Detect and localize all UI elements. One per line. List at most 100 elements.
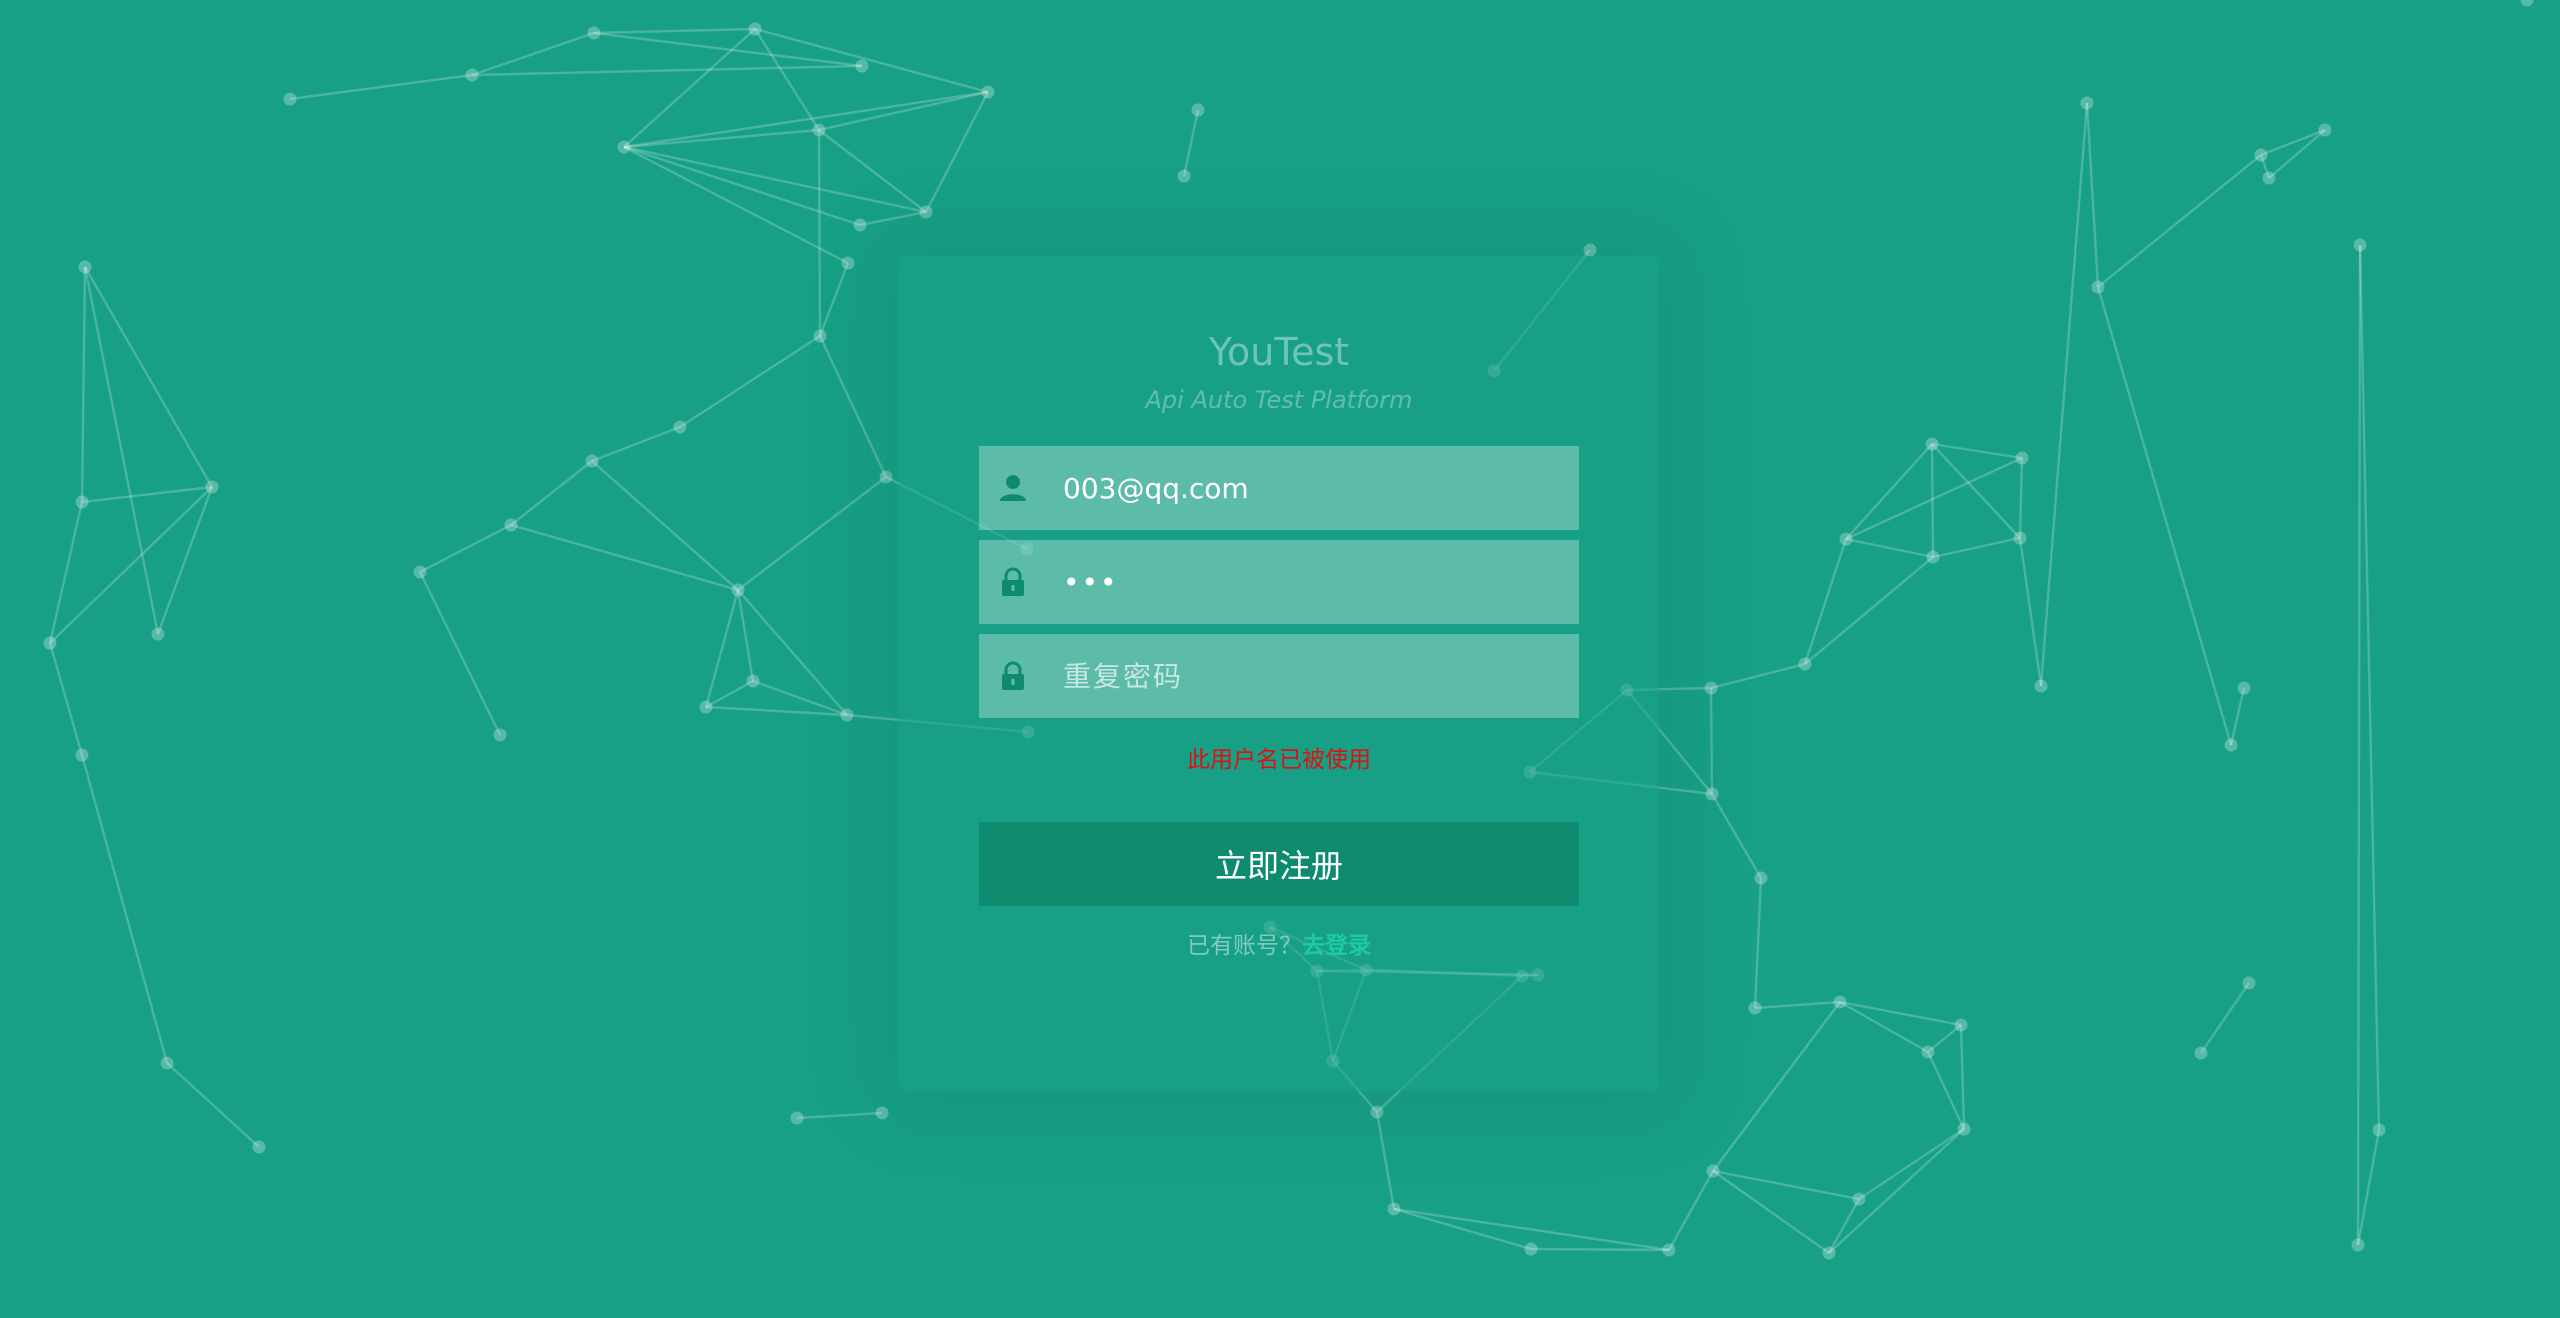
- network-link: [1828, 1128, 1965, 1254]
- network-node: [1954, 1018, 1968, 1032]
- network-link: [924, 91, 990, 213]
- network-node: [1852, 1192, 1866, 1206]
- network-link: [2097, 154, 2262, 288]
- network-link: [1753, 877, 1763, 1009]
- network-link: [80, 266, 87, 503]
- network-node: [1704, 681, 1718, 695]
- network-link: [1932, 536, 2021, 559]
- network-link: [1931, 443, 2021, 539]
- network-link: [818, 262, 850, 337]
- network-node: [2080, 96, 2094, 110]
- network-link: [737, 476, 887, 591]
- network-node: [413, 565, 427, 579]
- network-node: [1706, 1164, 1720, 1178]
- password-input[interactable]: [1063, 540, 1563, 624]
- network-node: [748, 22, 762, 36]
- network-link: [471, 31, 595, 77]
- network-link: [2358, 244, 2381, 1131]
- network-node: [151, 627, 165, 641]
- network-node: [1957, 1122, 1971, 1136]
- lock-icon: [1002, 661, 1024, 690]
- network-node: [617, 140, 631, 154]
- network-node: [1177, 169, 1191, 183]
- lock-icon: [1002, 567, 1024, 596]
- network-node: [2194, 1046, 2208, 1060]
- network-link: [81, 485, 213, 504]
- network-link: [593, 27, 756, 35]
- network-link: [80, 754, 169, 1064]
- network-node: [504, 518, 518, 532]
- network-link: [471, 64, 863, 77]
- network-node: [1748, 1001, 1762, 1015]
- network-link: [1803, 538, 1848, 665]
- network-node: [1662, 1243, 1676, 1257]
- network-node: [2242, 976, 2256, 990]
- network-node: [2353, 238, 2367, 252]
- network-link: [1926, 1051, 1966, 1130]
- network-link: [1710, 662, 1806, 690]
- network-node: [587, 26, 601, 40]
- network-node: [493, 728, 507, 742]
- network-link: [1393, 1207, 1532, 1251]
- username-input[interactable]: [1063, 446, 1563, 530]
- network-link: [2260, 128, 2326, 157]
- app-subtitle: Api Auto Test Platform: [1145, 386, 1413, 414]
- repeat-password-input[interactable]: [1063, 634, 1563, 718]
- network-node: [1583, 243, 1597, 257]
- network-node: [790, 1111, 804, 1125]
- register-button[interactable]: 立即注册: [979, 822, 1579, 906]
- network-node: [252, 1140, 266, 1154]
- network-link: [166, 1062, 260, 1148]
- network-node: [812, 123, 826, 137]
- network-link: [419, 523, 512, 574]
- network-node: [465, 68, 479, 82]
- network-node: [673, 420, 687, 434]
- network-node: [841, 256, 855, 270]
- network-node: [853, 218, 867, 232]
- network-node: [2237, 681, 2251, 695]
- login-prompt: 已有账号？去登录: [899, 926, 1659, 960]
- network-node: [699, 700, 713, 714]
- network-node: [2351, 1238, 2365, 1252]
- network-link: [49, 486, 213, 644]
- network-node: [205, 480, 219, 494]
- network-link: [2356, 1129, 2381, 1246]
- network-link: [591, 460, 739, 591]
- network-node: [731, 583, 745, 597]
- network-link: [2018, 537, 2043, 687]
- network-link: [704, 589, 740, 708]
- network-node: [1370, 1105, 1384, 1119]
- network-node: [1705, 787, 1719, 801]
- network-node: [283, 92, 297, 106]
- login-prompt-text: 已有账号？: [1187, 933, 1302, 959]
- network-node: [2034, 679, 2048, 693]
- network-link: [83, 266, 214, 488]
- network-node: [1822, 1246, 1836, 1260]
- login-link[interactable]: 去登录: [1302, 933, 1371, 959]
- network-node: [2254, 148, 2268, 162]
- network-node: [1839, 532, 1853, 546]
- network-node: [981, 85, 995, 99]
- network-node: [855, 59, 869, 73]
- network-link: [1827, 1198, 1861, 1254]
- network-link: [818, 90, 989, 132]
- network-node: [2015, 451, 2029, 465]
- network-link: [83, 266, 160, 635]
- network-link: [418, 571, 502, 736]
- network-link: [48, 642, 84, 756]
- network-link: [2200, 982, 2250, 1054]
- network-node: [2318, 123, 2332, 137]
- network-link: [593, 31, 863, 68]
- network-node: [2224, 738, 2238, 752]
- network-link: [2039, 102, 2089, 687]
- network-node: [879, 470, 893, 484]
- network-link: [1858, 1128, 1965, 1200]
- network-link: [679, 334, 821, 429]
- network-link: [2018, 457, 2024, 539]
- network-link: [1710, 793, 1763, 879]
- network-link: [1959, 1024, 1966, 1130]
- network-link: [1845, 456, 2023, 541]
- network-node: [1798, 657, 1812, 671]
- username-field: [979, 446, 1579, 530]
- network-node: [2520, 0, 2534, 7]
